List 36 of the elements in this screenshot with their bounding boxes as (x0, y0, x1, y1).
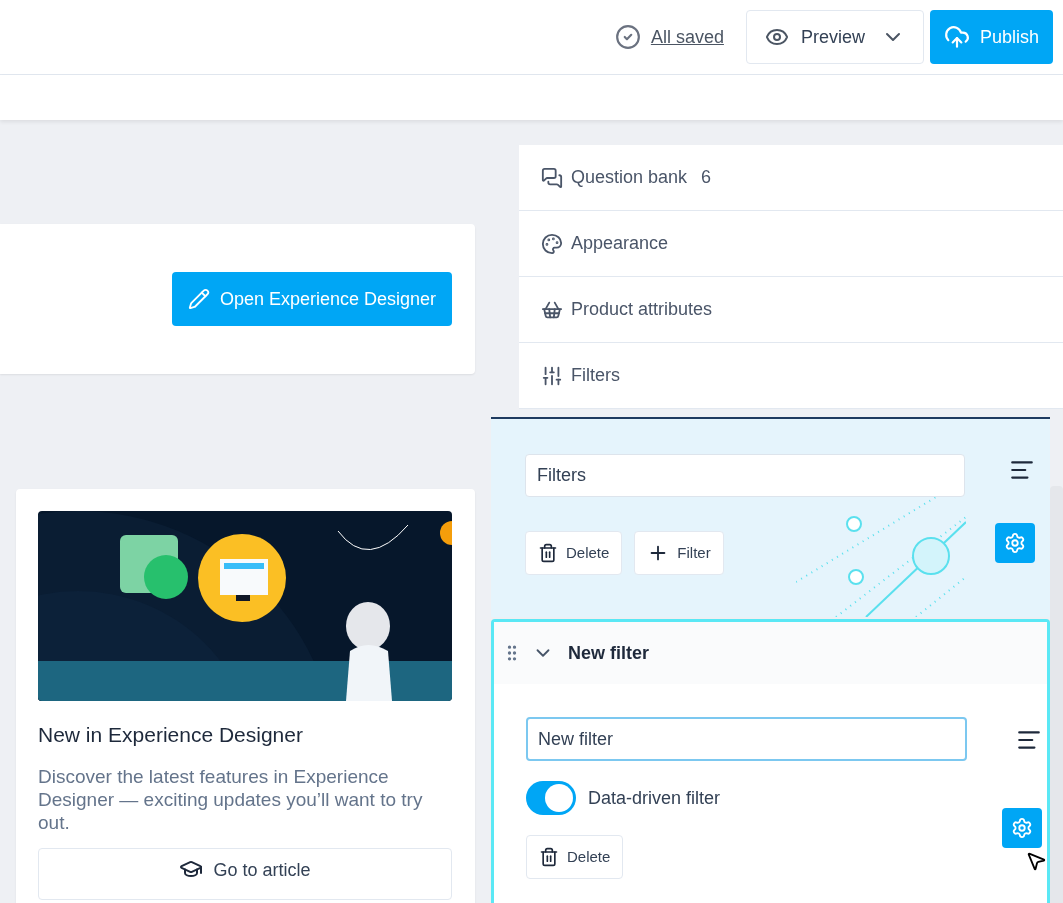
sliders-icon (541, 364, 563, 387)
toggle-label: Data-driven filter (588, 786, 721, 810)
panel-section[interactable]: Product attributes (519, 277, 1063, 343)
go-to-article-button[interactable]: Go to article (38, 847, 452, 900)
section-label: Appearance (571, 232, 669, 255)
panel-section[interactable]: Filters (519, 343, 1063, 409)
check-circle-icon (614, 24, 641, 50)
settings-icon (1011, 817, 1033, 839)
section-label: Question bank (571, 166, 688, 189)
chat-icon (541, 166, 563, 189)
toggle-switch[interactable] (526, 781, 576, 815)
preview-button[interactable]: Preview (745, 10, 924, 64)
filter-name-field[interactable]: New filter (526, 717, 967, 761)
panel-section[interactable]: Appearance (519, 211, 1063, 277)
section-label: Filters (571, 364, 620, 387)
settings-icon (1004, 532, 1026, 554)
palette-icon (541, 232, 563, 255)
section-count: 6 (701, 166, 712, 189)
settings-button[interactable] (995, 523, 1035, 563)
group-name-field[interactable]: Filters (525, 454, 965, 497)
trash-icon (539, 847, 559, 867)
add-filter-button[interactable]: Filter (634, 531, 724, 575)
cursor-icon (1025, 850, 1047, 872)
section-label: Product attributes (571, 298, 713, 321)
save-status-link[interactable]: All saved (650, 23, 724, 51)
delete-button[interactable]: Delete (526, 835, 624, 879)
scrollbar[interactable] (1050, 486, 1063, 903)
panel-section[interactable]: Question bank 6 (519, 145, 1063, 211)
trash-icon (538, 543, 558, 563)
delete-button[interactable]: Delete (525, 531, 623, 575)
pencil-icon (187, 288, 210, 310)
filter-title: New filter (568, 641, 650, 665)
news-description: Discover the latest features in Experience Designer — exciting updates you’ll want to try out. (38, 764, 423, 834)
cloud-upload-icon (943, 24, 970, 50)
settings-button[interactable] (1002, 808, 1042, 848)
news-title: New in Experience Designer (38, 722, 304, 748)
